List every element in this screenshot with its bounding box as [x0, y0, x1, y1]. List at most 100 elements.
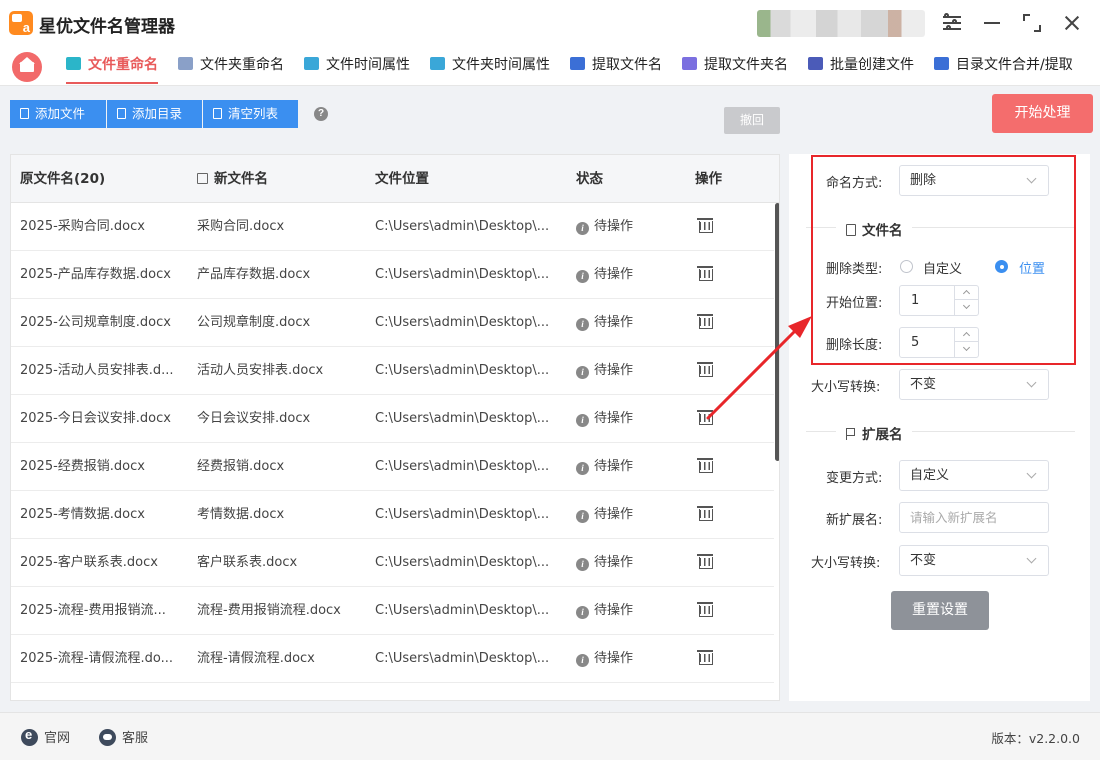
maximize-icon[interactable] — [1021, 12, 1043, 34]
divider — [912, 431, 1075, 432]
extension-mode-select[interactable]: 自定义 — [899, 460, 1049, 491]
browser-icon — [21, 727, 38, 746]
status-text: 待操作 — [594, 651, 634, 666]
status-cell: i 待操作 — [576, 443, 676, 491]
location-cell: C:\Users\admin\Desktop\... — [375, 507, 550, 522]
status-cell: i 待操作 — [576, 587, 676, 635]
clear-list-button[interactable]: 清空列表 — [203, 100, 298, 128]
status-text: 待操作 — [594, 603, 634, 618]
extension-case-select[interactable]: 不变 — [899, 545, 1049, 576]
location-cell: C:\Users\admin\Desktop\... — [375, 555, 550, 570]
user-avatar-blurred[interactable] — [757, 10, 925, 37]
info-icon: i — [576, 366, 589, 379]
status-text: 待操作 — [594, 555, 634, 570]
original-name-cell: 2025-产品库存数据.docx — [20, 267, 171, 282]
table-row[interactable]: 2025-采购合同.docx 采购合同.docx C:\Users\admin\De… — [11, 203, 774, 251]
flag-icon — [846, 428, 856, 440]
table-row[interactable]: 2025-经费报销.docx 经费报销.docx C:\Users\admin\De… — [11, 443, 774, 491]
batch-create-icon — [808, 57, 823, 70]
tab-folder-time[interactable]: 文件夹时间属性 — [430, 54, 550, 80]
filename-case-select[interactable]: 不变 — [899, 369, 1049, 400]
add-directory-button[interactable]: 添加目录 — [107, 100, 202, 128]
location-cell: C:\Users\admin\Desktop\... — [375, 651, 550, 666]
info-icon: i — [576, 558, 589, 571]
new-extension-label: 新扩展名: — [826, 513, 883, 528]
trash-icon[interactable] — [697, 505, 713, 521]
table-row[interactable]: 2025-考情数据.docx 考情数据.docx C:\Users\admin\De… — [11, 491, 774, 539]
tab-extract-filename[interactable]: 提取文件名 — [570, 54, 662, 80]
start-processing-button[interactable]: 开始处理 — [992, 94, 1093, 133]
trash-icon[interactable] — [697, 217, 713, 233]
header-status: 状态 — [576, 171, 603, 187]
status-text: 待操作 — [594, 411, 634, 426]
info-icon: i — [576, 270, 589, 283]
trash-icon[interactable] — [697, 313, 713, 329]
info-icon: i — [576, 222, 589, 235]
undo-button[interactable]: 撤回 — [724, 107, 780, 134]
table-scrollbar[interactable] — [775, 203, 779, 700]
file-icon — [20, 108, 29, 119]
title-bar: 星优文件名管理器 — [0, 0, 1100, 46]
chat-icon — [99, 729, 116, 746]
scrollbar-thumb[interactable] — [775, 203, 779, 461]
tab-folder-rename[interactable]: 文件夹重命名 — [178, 54, 284, 80]
settings-icon[interactable] — [941, 12, 963, 34]
info-icon: i — [576, 606, 589, 619]
new-name-cell: 流程-请假流程.docx — [197, 651, 315, 666]
app-title: 星优文件名管理器 — [39, 17, 175, 37]
table-row[interactable]: 2025-今日会议安排.docx 今日会议安排.docx C:\Users\admi… — [11, 395, 774, 443]
trash-icon[interactable] — [697, 361, 713, 377]
original-name-cell: 2025-采购合同.docx — [20, 219, 145, 234]
table-row[interactable]: 2025-产品库存数据.docx 产品库存数据.docx C:\Users\admi… — [11, 251, 774, 299]
table-row[interactable]: 2025-公司规章制度.docx 公司规章制度.docx C:\Users\admi… — [11, 299, 774, 347]
website-link[interactable]: 官网 — [21, 727, 70, 746]
tab-merge-extract[interactable]: 目录文件合并/提取 — [934, 54, 1073, 80]
tab-file-time[interactable]: 文件时间属性 — [304, 54, 410, 80]
folder-time-icon — [430, 57, 445, 70]
table-row[interactable]: 2025-流程-费用报销流... 流程-费用报销流程.docx C:\Users\a… — [11, 587, 774, 635]
status-cell: i 待操作 — [576, 347, 676, 395]
status-text: 待操作 — [594, 315, 634, 330]
table-row[interactable]: 2025-客户联系表.docx 客户联系表.docx C:\Users\admin\… — [11, 539, 774, 587]
trash-icon[interactable] — [697, 457, 713, 473]
file-icon — [117, 108, 126, 119]
tab-extract-foldername[interactable]: 提取文件夹名 — [682, 54, 788, 80]
minimize-icon[interactable] — [981, 12, 1003, 34]
extension-case-label: 大小写转换: — [811, 556, 881, 571]
close-icon[interactable] — [1061, 12, 1083, 34]
home-icon[interactable] — [12, 52, 42, 82]
new-name-cell: 经费报销.docx — [197, 459, 285, 474]
tab-bar: 文件重命名 文件夹重命名 文件时间属性 文件夹时间属性 提取文件名 提取文件夹名… — [0, 46, 1100, 86]
add-file-button[interactable]: 添加文件 — [10, 100, 106, 128]
support-link[interactable]: 客服 — [99, 727, 148, 746]
app-logo-icon — [9, 11, 33, 35]
trash-icon[interactable] — [697, 553, 713, 569]
tab-file-rename[interactable]: 文件重命名 — [66, 54, 158, 84]
reset-settings-button[interactable]: 重置设置 — [891, 591, 989, 630]
location-cell: C:\Users\admin\Desktop\... — [375, 411, 550, 426]
new-name-cell: 考情数据.docx — [197, 507, 285, 522]
file-time-icon — [304, 57, 319, 70]
filename-case-label: 大小写转换: — [811, 380, 881, 395]
status-cell: i 待操作 — [576, 635, 676, 683]
edit-icon — [197, 173, 208, 184]
table-row[interactable]: 2025-流程-请假流程.do... 流程-请假流程.docx C:\Users\a… — [11, 635, 774, 683]
new-extension-input[interactable]: 请输入新扩展名 — [899, 502, 1049, 533]
trash-icon[interactable] — [697, 649, 713, 665]
extract-file-icon — [570, 57, 585, 70]
tab-batch-create[interactable]: 批量创建文件 — [808, 54, 914, 80]
status-cell: i 待操作 — [576, 539, 676, 587]
info-icon: i — [576, 318, 589, 331]
merge-icon — [934, 57, 949, 70]
header-original-name: 原文件名(20) — [20, 171, 106, 187]
trash-icon[interactable] — [697, 409, 713, 425]
location-cell: C:\Users\admin\Desktop\... — [375, 603, 550, 618]
help-icon[interactable]: ? — [314, 107, 328, 121]
status-text: 待操作 — [594, 363, 634, 378]
table-header: 原文件名(20) 新文件名 文件位置 状态 操作 — [11, 155, 779, 203]
extension-section-title: 扩展名 — [846, 423, 903, 443]
rename-icon — [66, 57, 81, 70]
table-row[interactable]: 2025-活动人员安排表.d... 活动人员安排表.docx C:\Users\ad… — [11, 347, 774, 395]
trash-icon[interactable] — [697, 265, 713, 281]
trash-icon[interactable] — [697, 601, 713, 617]
